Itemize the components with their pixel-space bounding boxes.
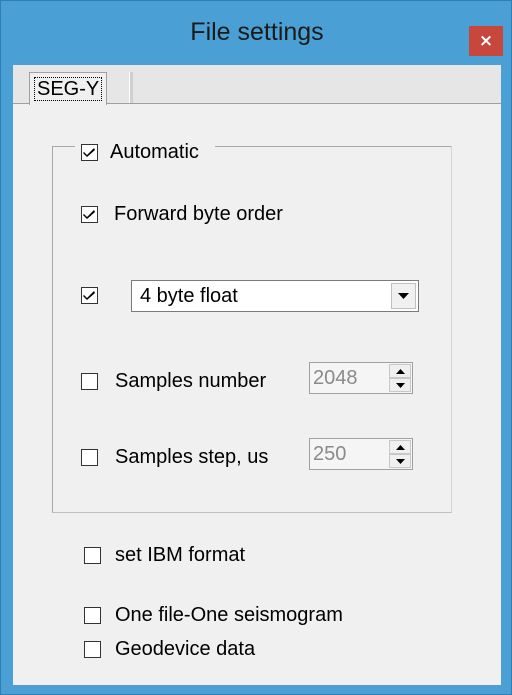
spin-up-icon[interactable] [389,364,411,378]
format-checkbox[interactable] [81,287,98,304]
file-settings-window: File settings × SEG-Y Automatic Forward … [0,0,512,695]
samples-step-spinner[interactable]: 250 [309,438,413,470]
samples-number-checkbox[interactable] [81,373,98,390]
set-ibm-format-label: set IBM format [115,544,246,566]
samples-number-label: Samples number [115,370,267,392]
samples-number-value[interactable]: 2048 [310,367,389,390]
samples-number-spinner[interactable]: 2048 [309,362,413,394]
samples-step-checkbox[interactable] [81,449,98,466]
tab-seg-y[interactable]: SEG-Y [29,72,108,105]
close-button[interactable]: × [469,26,503,56]
forward-byte-order-row[interactable]: Forward byte order [81,203,283,226]
samples-number-row[interactable]: Samples number [81,370,266,393]
samples-step-spin-buttons [389,440,411,468]
forward-byte-order-label: Forward byte order [114,203,283,225]
geodevice-data-checkbox[interactable] [84,641,101,658]
samples-step-value[interactable]: 250 [310,443,389,466]
title-bar[interactable]: File settings × [1,1,512,65]
set-ibm-format-checkbox[interactable] [84,547,101,564]
samples-number-spin-buttons [389,364,411,392]
checkmark-icon [83,147,95,157]
spin-up-icon[interactable] [389,440,411,454]
checkmark-icon [83,291,95,300]
checkmark-icon [83,210,95,219]
samples-step-label: Samples step, us [115,446,269,468]
tab-strip: SEG-Y [13,65,501,105]
tab-separator [129,72,133,103]
chevron-down-icon[interactable] [391,283,416,309]
window-title: File settings [190,18,324,46]
samples-step-row[interactable]: Samples step, us [81,446,268,469]
one-file-one-seismogram-row[interactable]: One file-One seismogram [84,604,343,627]
dialog-client-area: SEG-Y Automatic Forward byte order 4 byt… [13,65,501,685]
format-selected-value: 4 byte float [140,284,238,307]
spin-down-icon[interactable] [389,378,411,392]
automatic-checkbox[interactable] [81,143,98,161]
automatic-label: Automatic [110,140,199,163]
format-dropdown[interactable]: 4 byte float [131,280,419,312]
format-row [81,287,98,304]
tab-seg-y-label: SEG-Y [34,77,103,101]
spin-down-icon[interactable] [389,454,411,468]
automatic-checkbox-row[interactable]: Automatic [75,141,215,163]
geodevice-data-row[interactable]: Geodevice data [84,638,255,661]
one-file-one-seismogram-checkbox[interactable] [84,607,101,624]
set-ibm-format-row[interactable]: set IBM format [84,544,245,567]
one-file-one-seismogram-label: One file-One seismogram [115,604,343,626]
geodevice-data-label: Geodevice data [115,638,256,660]
forward-byte-order-checkbox[interactable] [81,206,98,223]
